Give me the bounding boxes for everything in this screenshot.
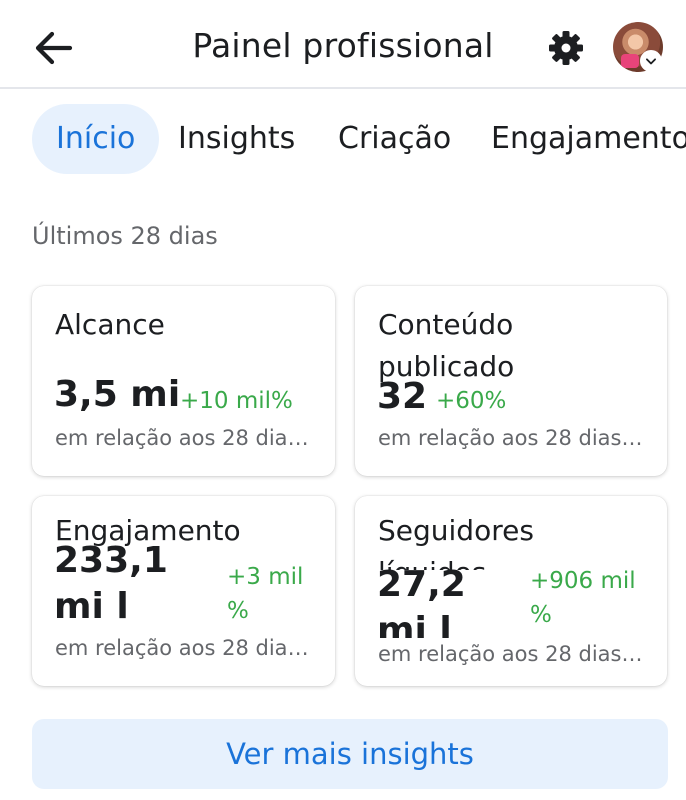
metric-label: Alcance	[55, 308, 165, 341]
tab-bar: Início Insights Criação Engajamento	[0, 104, 686, 176]
metric-value: 32	[377, 376, 428, 417]
metric-comparison: em relação aos 28 dias anteriores	[378, 642, 643, 666]
metric-comparison: em relação aos 28 dias anteriores	[378, 426, 643, 450]
see-more-insights-button[interactable]: Ver mais insights	[32, 719, 668, 789]
tab-engajamento[interactable]: Engajamento	[491, 104, 686, 174]
tab-inicio[interactable]: Início	[32, 104, 160, 174]
metric-value: 233,1 mi l	[54, 540, 168, 627]
metric-card-engajamento[interactable]: Engajamento 233,1 mi l +3 mil % em relaç…	[32, 496, 335, 686]
metric-delta: +10 mil%	[180, 388, 293, 414]
metric-value: 27,2 mi l	[377, 564, 466, 638]
period-label: Últimos 28 dias	[32, 222, 218, 250]
gear-icon[interactable]	[546, 28, 586, 68]
tab-criacao[interactable]: Criação	[338, 104, 451, 174]
metric-delta: +906 mil %	[530, 568, 636, 628]
tab-insights[interactable]: Insights	[178, 104, 295, 174]
metric-card-seguidores[interactable]: Seguidores líquidos 27,2 mi l +906 mil %…	[355, 496, 667, 686]
metric-delta: +3 mil %	[227, 564, 304, 624]
metric-card-conteudo[interactable]: Conteúdo publicado 32 +60% em relação ao…	[355, 286, 667, 476]
metric-card-alcance[interactable]: Alcance 3,5 mi +10 mil% em relação aos 2…	[32, 286, 335, 476]
metric-comparison: em relação aos 28 dias anteriores	[55, 426, 313, 450]
metric-label: Seguidores líquidos	[378, 514, 534, 570]
top-bar: Painel profissional	[0, 0, 686, 89]
chevron-down-icon[interactable]	[640, 50, 662, 72]
metric-comparison: em relação aos 28 dias anteriores	[55, 636, 313, 660]
metric-value: 3,5 mi	[54, 374, 181, 415]
metric-delta: +60%	[436, 388, 507, 414]
